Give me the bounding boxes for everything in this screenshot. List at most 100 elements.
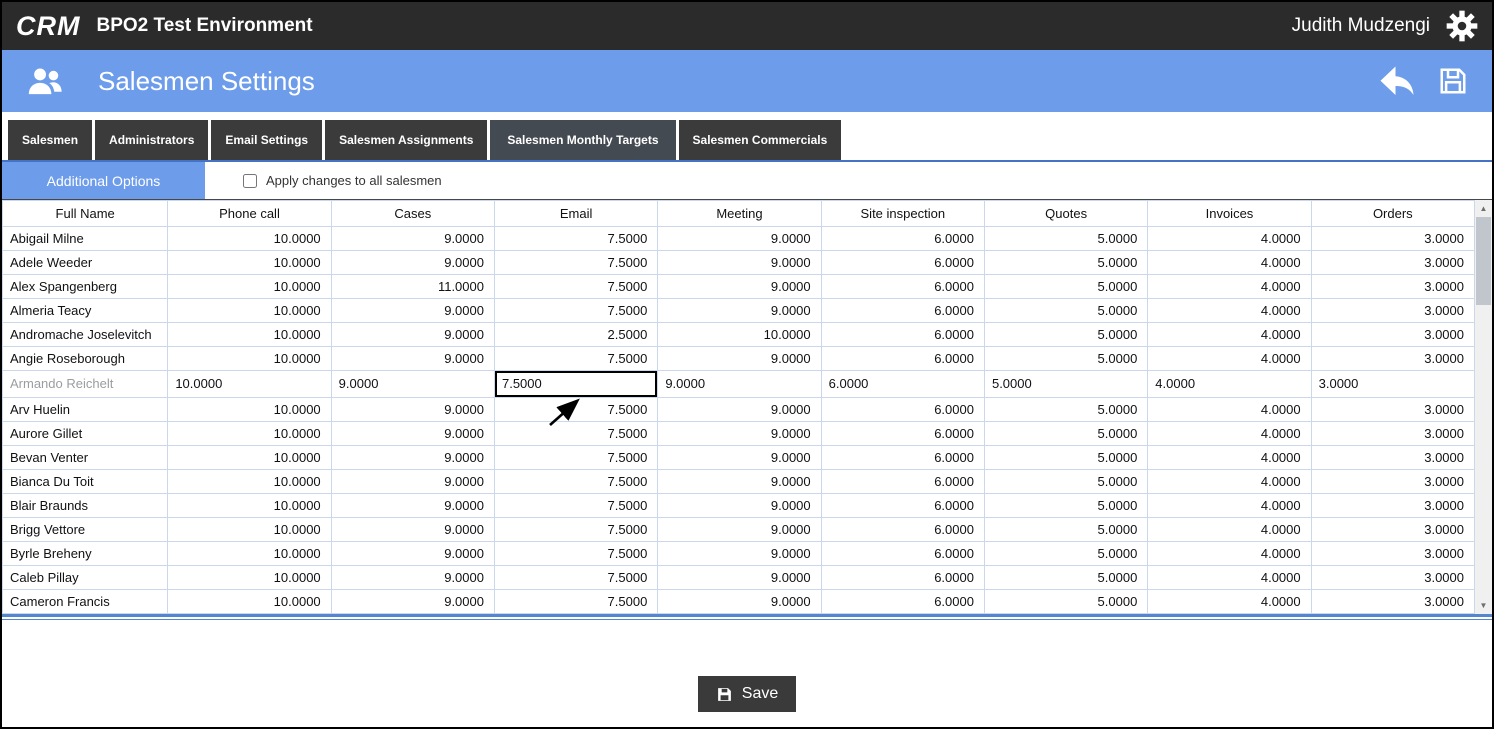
salesman-name-cell[interactable]: Bianca Du Toit: [2, 469, 169, 494]
target-value-cell[interactable]: 9.0000: [330, 346, 495, 371]
vertical-scrollbar[interactable]: ▲ ▼: [1475, 200, 1492, 614]
target-value-cell[interactable]: 7.5000: [493, 445, 659, 470]
target-value-cell[interactable]: 9.0000: [330, 370, 495, 398]
tab-salesmen-commercials[interactable]: Salesmen Commercials: [678, 120, 842, 160]
target-value-cell[interactable]: 9.0000: [657, 250, 822, 275]
target-value-cell[interactable]: 6.0000: [820, 493, 985, 518]
target-value-cell[interactable]: 6.0000: [820, 322, 985, 347]
additional-options-tab[interactable]: Additional Options: [2, 162, 205, 199]
target-value-cell[interactable]: 9.0000: [330, 565, 495, 590]
target-value-cell[interactable]: 10.0000: [167, 517, 332, 542]
target-value-cell[interactable]: 7.5000: [493, 346, 659, 371]
target-value-cell[interactable]: 5.0000: [983, 298, 1149, 323]
target-value-cell[interactable]: 10.0000: [167, 469, 332, 494]
target-value-cell[interactable]: 10.0000: [167, 421, 332, 446]
target-value-cell[interactable]: 9.0000: [657, 589, 822, 614]
target-value-cell[interactable]: 2.5000: [493, 322, 659, 347]
save-button[interactable]: Save: [697, 676, 797, 712]
salesman-name-cell[interactable]: Blair Braunds: [2, 493, 169, 518]
target-value-cell[interactable]: 3.0000: [1310, 397, 1476, 422]
target-value-cell[interactable]: 7.5000: [493, 298, 659, 323]
target-value-cell[interactable]: 7.5000: [493, 517, 659, 542]
target-value-cell[interactable]: 3.0000: [1310, 517, 1476, 542]
target-value-cell[interactable]: 9.0000: [657, 226, 822, 251]
salesman-name-cell[interactable]: Angie Roseborough: [2, 346, 169, 371]
target-value-cell[interactable]: 9.0000: [330, 469, 495, 494]
target-value-cell[interactable]: 3.0000: [1310, 298, 1476, 323]
target-value-cell[interactable]: 6.0000: [820, 250, 985, 275]
target-value-cell[interactable]: 4.0000: [1147, 517, 1312, 542]
target-value-cell[interactable]: 6.0000: [820, 445, 985, 470]
back-button[interactable]: [1378, 65, 1416, 98]
target-value-cell[interactable]: 9.0000: [330, 589, 495, 614]
target-value-cell[interactable]: 6.0000: [820, 274, 985, 299]
target-value-cell[interactable]: 5.0000: [983, 274, 1149, 299]
tab-administrators[interactable]: Administrators: [95, 120, 209, 160]
target-value-cell[interactable]: 7.5000: [493, 493, 659, 518]
target-value-cell[interactable]: 10.0000: [167, 493, 332, 518]
target-value-cell[interactable]: 6.0000: [820, 541, 985, 566]
target-value-cell[interactable]: 9.0000: [657, 421, 822, 446]
target-value-cell[interactable]: 5.0000: [983, 589, 1149, 614]
salesman-name-cell[interactable]: Andromache Joselevitch: [2, 322, 169, 347]
target-value-cell[interactable]: 4.0000: [1147, 493, 1312, 518]
target-value-cell[interactable]: 4.0000: [1147, 250, 1312, 275]
target-value-cell[interactable]: 10.0000: [167, 322, 332, 347]
column-header-meeting[interactable]: Meeting: [657, 200, 822, 227]
target-value-cell[interactable]: 10.0000: [167, 226, 332, 251]
target-value-cell[interactable]: 10.0000: [167, 541, 332, 566]
target-value-cell[interactable]: 6.0000: [820, 346, 985, 371]
target-value-cell[interactable]: 3.0000: [1310, 421, 1476, 446]
target-value-cell[interactable]: 9.0000: [330, 517, 495, 542]
target-value-cell[interactable]: 9.0000: [657, 493, 822, 518]
target-value-cell[interactable]: 9.0000: [657, 274, 822, 299]
target-value-cell[interactable]: 6.0000: [820, 397, 985, 422]
target-value-cell[interactable]: 3.0000: [1310, 493, 1476, 518]
target-value-cell[interactable]: 3.0000: [1310, 370, 1476, 398]
target-value-cell[interactable]: 10.0000: [657, 322, 822, 347]
tab-salesmen[interactable]: Salesmen: [8, 120, 93, 160]
target-value-cell[interactable]: 4.0000: [1147, 589, 1312, 614]
target-value-cell[interactable]: 10.0000: [167, 274, 332, 299]
target-value-cell[interactable]: 9.0000: [657, 469, 822, 494]
target-value-cell[interactable]: 10.0000: [167, 589, 332, 614]
target-value-cell[interactable]: 3.0000: [1310, 589, 1476, 614]
tab-email-settings[interactable]: Email Settings: [211, 120, 323, 160]
tab-salesmen-monthly-targets[interactable]: Salesmen Monthly Targets: [490, 120, 676, 160]
target-value-cell[interactable]: 9.0000: [657, 445, 822, 470]
target-value-cell[interactable]: 4.0000: [1147, 226, 1312, 251]
target-value-cell[interactable]: 5.0000: [983, 493, 1149, 518]
header-save-button[interactable]: [1438, 66, 1468, 96]
target-value-cell[interactable]: 9.0000: [657, 517, 822, 542]
target-value-cell[interactable]: 7.5000: [493, 541, 659, 566]
target-value-cell[interactable]: 6.0000: [820, 517, 985, 542]
salesman-name-cell[interactable]: Adele Weeder: [2, 250, 169, 275]
target-value-cell[interactable]: 7.5000: [493, 565, 659, 590]
selected-target-cell[interactable]: 7.5000: [493, 370, 659, 398]
target-value-cell[interactable]: 5.0000: [983, 346, 1149, 371]
target-value-cell[interactable]: 9.0000: [657, 541, 822, 566]
target-value-cell[interactable]: 9.0000: [330, 421, 495, 446]
target-value-cell[interactable]: 5.0000: [983, 226, 1149, 251]
column-header-quotes[interactable]: Quotes: [983, 200, 1149, 227]
target-value-cell[interactable]: 5.0000: [983, 397, 1149, 422]
target-value-cell[interactable]: 4.0000: [1147, 469, 1312, 494]
salesman-name-cell[interactable]: Cameron Francis: [2, 589, 169, 614]
target-value-cell[interactable]: 5.0000: [983, 469, 1149, 494]
salesman-name-cell[interactable]: Brigg Vettore: [2, 517, 169, 542]
scroll-down-button[interactable]: ▼: [1475, 597, 1492, 614]
salesman-name-cell[interactable]: Caleb Pillay: [2, 565, 169, 590]
target-value-cell[interactable]: 11.0000: [330, 274, 495, 299]
column-header-phone-call[interactable]: Phone call: [167, 200, 332, 227]
salesman-name-cell[interactable]: Byrle Breheny: [2, 541, 169, 566]
target-value-cell[interactable]: 9.0000: [330, 397, 495, 422]
target-value-cell[interactable]: 6.0000: [820, 298, 985, 323]
target-value-cell[interactable]: 7.5000: [493, 421, 659, 446]
target-value-cell[interactable]: 9.0000: [330, 226, 495, 251]
gear-icon[interactable]: [1446, 10, 1478, 42]
target-value-cell[interactable]: 5.0000: [983, 565, 1149, 590]
target-value-cell[interactable]: 10.0000: [167, 397, 332, 422]
target-value-cell[interactable]: 10.0000: [167, 346, 332, 371]
target-value-cell[interactable]: 9.0000: [657, 346, 822, 371]
target-value-cell[interactable]: 9.0000: [330, 445, 495, 470]
